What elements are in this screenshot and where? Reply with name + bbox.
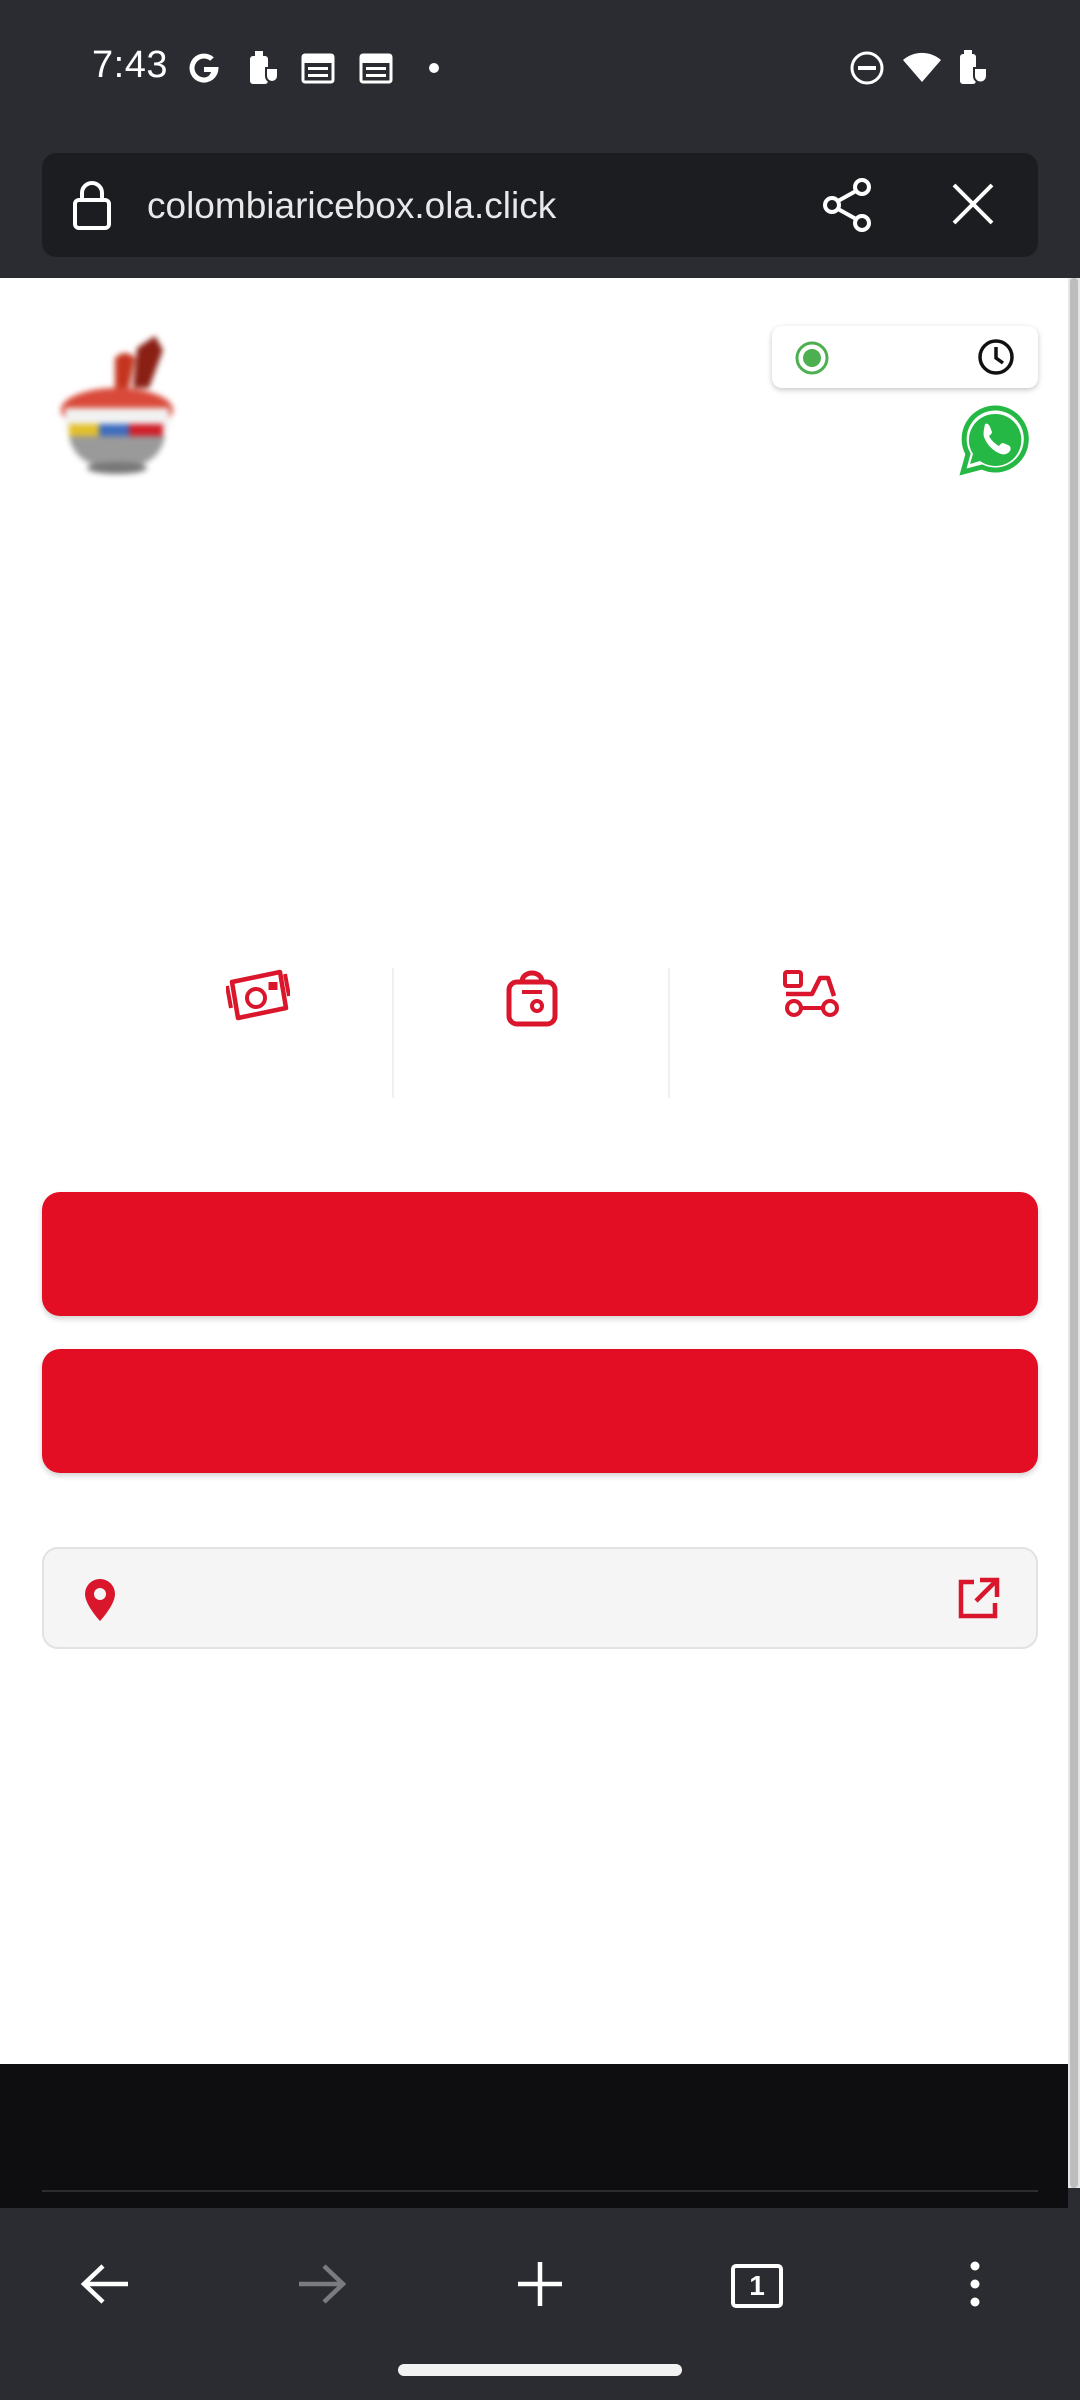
more-menu-button[interactable] [925,2246,1025,2326]
whatsapp-icon[interactable] [959,404,1031,481]
external-link-icon[interactable] [956,1577,1000,1626]
location-pin-icon [82,1577,118,1628]
service-divider [668,968,670,1098]
close-icon[interactable] [948,179,998,234]
url-text[interactable]: colombiaricebox.ola.click [147,185,556,227]
share-icon[interactable] [820,177,874,238]
more-menu-icon [969,2260,981,2313]
google-g-icon [184,48,224,88]
new-tab-button[interactable] [490,2246,590,2326]
dine-in-option[interactable] [198,968,318,1048]
delivery-scooter-icon [782,968,842,1025]
service-options [160,968,900,1108]
open-status-dot-icon [794,340,830,381]
forward-button[interactable] [272,2246,372,2326]
new-tab-icon [515,2259,565,2314]
do-not-disturb-icon [847,48,887,88]
tab-count: 1 [749,2270,765,2301]
url-bar[interactable]: colombiaricebox.ola.click [42,153,1038,257]
footer-divider [42,2190,1038,2192]
clock-icon [977,338,1015,381]
home-indicator[interactable] [398,2364,682,2376]
status-bar: 7:43 [0,0,1080,135]
scrollbar-thumb[interactable] [1070,278,1078,2188]
back-arrow-icon [79,2262,131,2311]
back-button[interactable] [55,2246,155,2326]
takeaway-option[interactable] [472,968,592,1048]
phone-screen: 7:43 colombiaricebox.ola.click 1 [0,0,1080,2400]
service-divider [392,968,394,1098]
tab-count-icon: 1 [731,2264,783,2308]
delivery-option[interactable] [752,968,872,1048]
wifi-icon [900,48,944,88]
web-page [0,278,1068,2064]
calendar-icon [356,48,396,88]
restaurant-logo[interactable] [55,328,185,478]
lock-icon[interactable] [72,179,112,236]
status-time: 7:43 [92,44,168,86]
page-scrollbar[interactable] [1068,278,1080,2188]
browser-bottom-nav: 1 [0,2208,1080,2400]
notification-dot-icon [424,48,444,88]
dine-in-icon [225,968,291,1029]
page-footer [0,2064,1068,2208]
primary-action-button-2[interactable] [42,1349,1038,1473]
calendar-icon [298,48,338,88]
forward-arrow-icon [296,2262,348,2311]
tab-switcher-button[interactable]: 1 [707,2246,807,2326]
battery-icon [954,48,994,88]
takeaway-bag-icon [504,968,560,1033]
address-card[interactable] [42,1547,1038,1649]
primary-action-button-1[interactable] [42,1192,1038,1316]
opening-hours-pill[interactable] [772,326,1038,388]
work-badge-icon [244,48,284,88]
